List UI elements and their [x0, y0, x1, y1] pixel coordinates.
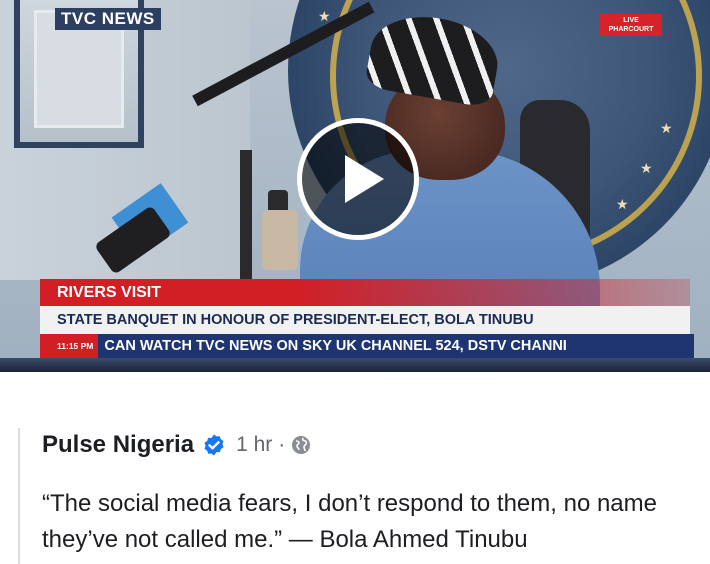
- ticker-text: CAN WATCH TVC NEWS ON SKY UK CHANNEL 524…: [104, 338, 567, 354]
- news-ticker: 11:15 PM CAN WATCH TVC NEWS ON SKY UK CH…: [40, 334, 694, 358]
- post-header: Pulse Nigeria 1 hr ·: [42, 428, 311, 462]
- play-button[interactable]: [297, 118, 419, 240]
- post-caption: “The social media fears, I don’t respond…: [42, 490, 657, 553]
- live-badge: LIVE PHARCOURT: [600, 14, 662, 36]
- post-timestamp[interactable]: 1 hr: [236, 433, 272, 457]
- lower-third-title: RIVERS VISIT: [40, 279, 300, 306]
- video-player[interactable]: ★ ★ ★ ★ TVC NEWS LIVE PHARCOURT RIVERS V…: [0, 0, 710, 372]
- page-name-link[interactable]: Pulse Nigeria: [42, 431, 194, 459]
- play-icon: [345, 155, 384, 203]
- globe-icon[interactable]: [291, 435, 311, 455]
- verified-badge-icon: [204, 434, 224, 456]
- separator-dot: ·: [278, 433, 286, 456]
- channel-logo: TVC NEWS: [55, 8, 161, 30]
- post-divider: [18, 428, 20, 564]
- ticker-time: 11:15 PM: [40, 334, 99, 358]
- microphone: [262, 210, 298, 270]
- lower-third-subtitle: STATE BANQUET IN HONOUR OF PRESIDENT-ELE…: [40, 306, 690, 334]
